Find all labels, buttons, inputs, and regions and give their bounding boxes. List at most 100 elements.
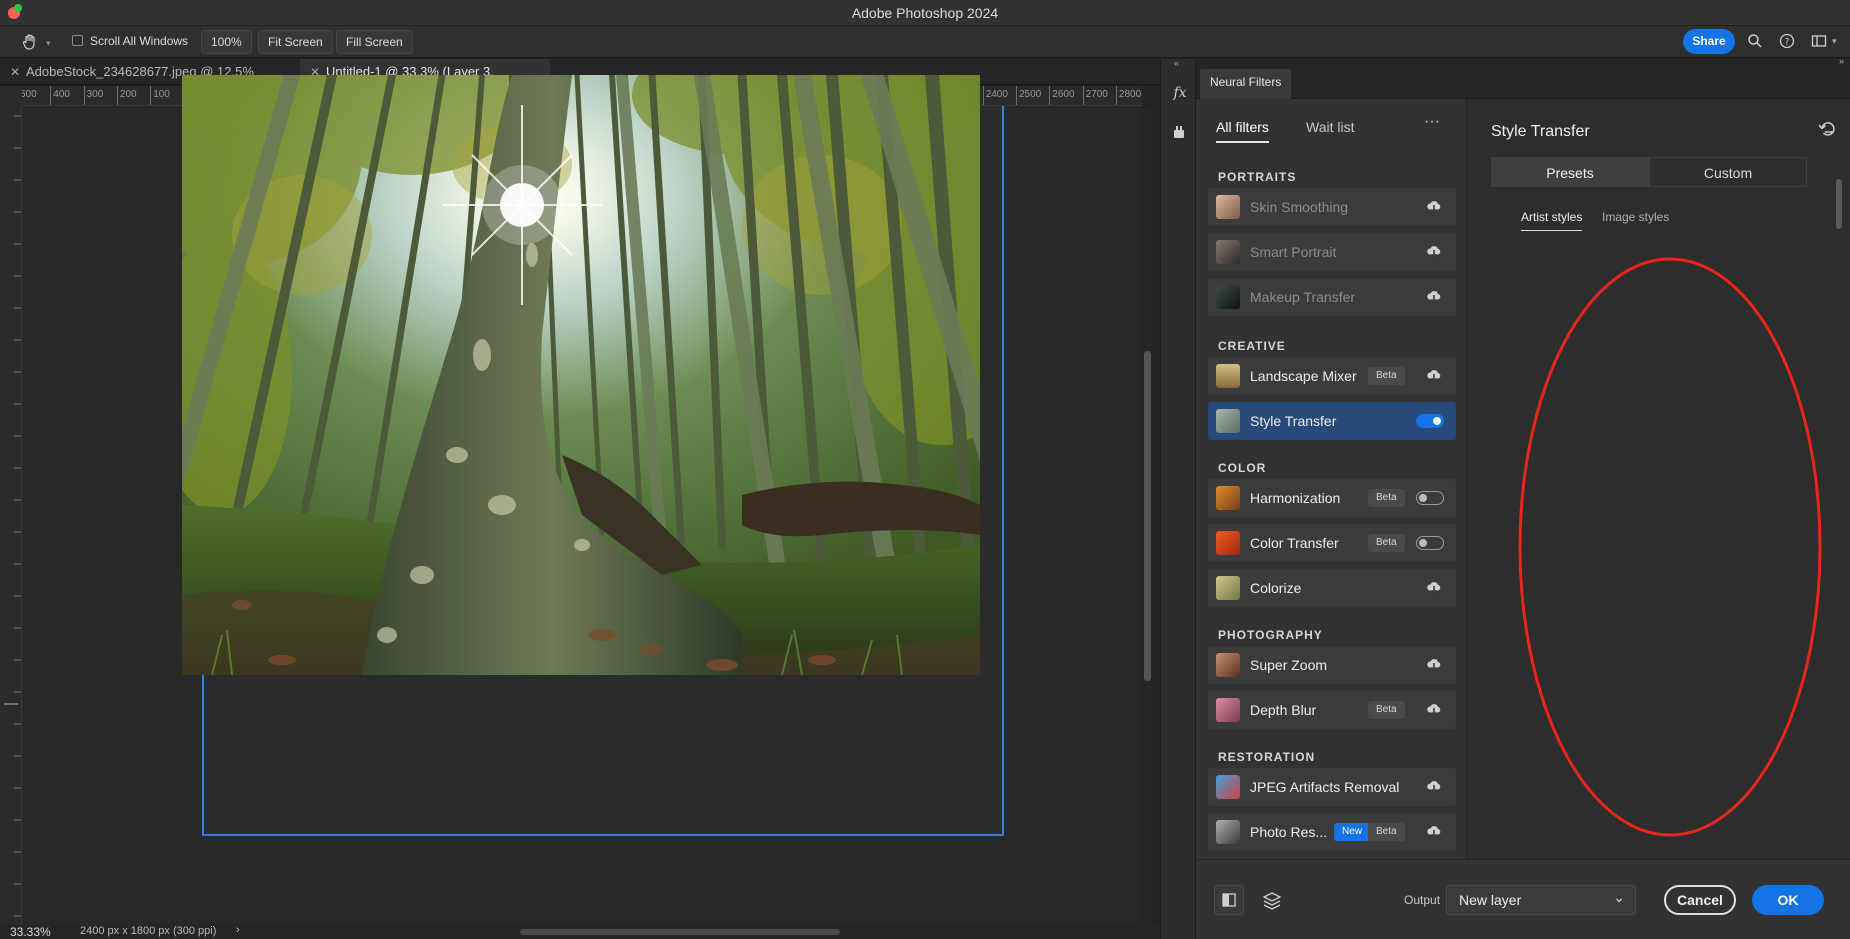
title-bar: Adobe Photoshop 2024 — [0, 0, 1850, 26]
style-transfer-thumbnail — [1216, 409, 1240, 433]
detail-scrollbar-thumb[interactable] — [1836, 179, 1842, 229]
chevron-down-icon: ⌄ — [1613, 889, 1625, 905]
filter-label: Landscape Mixer — [1250, 368, 1357, 384]
color-transfer-thumbnail — [1216, 531, 1240, 555]
doc-size-readout[interactable]: 2400 px x 1800 px (300 ppi) — [80, 925, 216, 937]
more-options-icon[interactable]: ··· — [1424, 113, 1440, 131]
hand-tool-icon[interactable] — [20, 32, 40, 52]
color-transfer-toggle[interactable] — [1416, 536, 1444, 550]
filter-label: Photo Res... — [1250, 824, 1328, 840]
section-restoration: RESTORATION — [1218, 750, 1316, 764]
segment-custom[interactable]: Custom — [1649, 157, 1807, 187]
window-title: Adobe Photoshop 2024 — [851, 5, 999, 21]
output-select[interactable]: New layer ⌄ — [1446, 885, 1636, 915]
tab-wait-list[interactable]: Wait list — [1306, 119, 1354, 135]
ruler-tick — [1115, 86, 1117, 105]
fit-screen-button[interactable]: Fit Screen — [258, 30, 333, 54]
section-photography: PHOTOGRAPHY — [1218, 628, 1323, 642]
ruler-tick — [83, 86, 85, 105]
output-label: Output — [1404, 893, 1441, 907]
compare-icon[interactable] — [1214, 885, 1244, 915]
section-portraits: PORTRAITS — [1218, 170, 1297, 184]
ruler-corner — [0, 86, 22, 106]
forest-photo[interactable] — [182, 75, 980, 675]
cloud-download-icon[interactable] — [1426, 778, 1442, 794]
filter-style-transfer[interactable]: Style Transfer — [1208, 402, 1456, 440]
cloud-download-icon[interactable] — [1426, 823, 1442, 839]
filter-label: Depth Blur — [1250, 702, 1317, 718]
photo-restoration-thumbnail — [1216, 820, 1240, 844]
harmonization-toggle[interactable] — [1416, 491, 1444, 505]
cloud-download-icon[interactable] — [1426, 198, 1442, 214]
red-annotation-ellipse — [1518, 257, 1822, 837]
layers-icon[interactable] — [1258, 887, 1286, 915]
help-icon[interactable]: ? — [1778, 33, 1796, 51]
cloud-download-icon[interactable] — [1426, 367, 1442, 383]
zoom-readout[interactable]: 33.33% — [10, 925, 51, 939]
smart-portrait-thumbnail — [1216, 240, 1240, 264]
skin-smoothing-thumbnail — [1216, 195, 1240, 219]
ruler-tick — [1082, 86, 1084, 105]
ok-button[interactable]: OK — [1752, 885, 1824, 915]
collapse-panel-icon[interactable]: » — [1839, 56, 1844, 66]
neural-filters-header: Neural Filters » — [1196, 56, 1850, 99]
ruler-tick-label: 100 — [153, 89, 170, 100]
filter-jpeg-artifacts-removal[interactable]: JPEG Artifacts Removal — [1208, 768, 1456, 806]
filter-color-transfer[interactable]: Color Transfer Beta — [1208, 524, 1456, 562]
tab-all-filters[interactable]: All filters — [1216, 119, 1269, 143]
scroll-all-windows-checkbox[interactable] — [72, 35, 83, 46]
zoom-100-button[interactable]: 100% — [201, 30, 252, 54]
filter-label: Style Transfer — [1250, 413, 1337, 429]
canvas-horizontal-scrollbar[interactable] — [520, 929, 840, 935]
options-bar: ▾ Scroll All Windows 100% Fit Screen Fil… — [0, 26, 1850, 58]
cloud-download-icon[interactable] — [1426, 288, 1442, 304]
filter-photo-restoration[interactable]: Photo Res... New Beta — [1208, 813, 1456, 851]
plugin-icon[interactable] — [1172, 125, 1186, 139]
fx-icon[interactable]: fx — [1170, 85, 1190, 105]
ruler-tick — [1049, 86, 1051, 105]
ruler-tick-label: 500 — [22, 89, 37, 100]
style-transfer-toggle[interactable] — [1416, 414, 1444, 428]
status-bar: 33.33% 2400 px x 1800 px (300 ppi) › — [0, 924, 1160, 939]
filter-skin-smoothing[interactable]: Skin Smoothing — [1208, 188, 1456, 226]
ruler-tick-label: 2500 — [1019, 89, 1042, 100]
beta-badge: Beta — [1368, 701, 1405, 719]
filter-colorize[interactable]: Colorize — [1208, 569, 1456, 607]
close-icon[interactable]: ✕ — [10, 59, 20, 85]
filter-list-panel: All filters Wait list ··· PORTRAITS Skin… — [1196, 99, 1466, 859]
filter-super-zoom[interactable]: Super Zoom — [1208, 646, 1456, 684]
filter-label: Super Zoom — [1250, 657, 1328, 673]
tab-image-styles[interactable]: Image styles — [1602, 210, 1669, 224]
collapse-panel-icon[interactable]: « — [1174, 58, 1179, 68]
segment-presets[interactable]: Presets — [1491, 157, 1649, 187]
status-chevron-icon[interactable]: › — [236, 924, 240, 936]
cloud-download-icon[interactable] — [1426, 579, 1442, 595]
workspace-icon[interactable] — [1810, 33, 1828, 51]
fill-screen-button[interactable]: Fill Screen — [336, 30, 413, 54]
share-button[interactable]: Share — [1683, 29, 1735, 54]
cloud-download-icon[interactable] — [1426, 656, 1442, 672]
workspace-chevron-icon[interactable]: ▾ — [1832, 36, 1837, 47]
canvas-vertical-scrollbar[interactable] — [1141, 106, 1153, 924]
filter-label: Harmonization — [1250, 490, 1341, 506]
ruler-tick-label: 2600 — [1052, 89, 1075, 100]
tab-artist-styles[interactable]: Artist styles — [1521, 210, 1583, 231]
section-creative: CREATIVE — [1218, 339, 1286, 353]
ruler-tick — [1016, 86, 1017, 105]
filter-makeup-transfer[interactable]: Makeup Transfer — [1208, 278, 1456, 316]
neural-filters-tab[interactable]: Neural Filters — [1200, 69, 1292, 99]
filter-depth-blur[interactable]: Depth Blur Beta — [1208, 691, 1456, 729]
search-icon[interactable] — [1746, 33, 1764, 51]
filter-harmonization[interactable]: Harmonization Beta — [1208, 479, 1456, 517]
filter-label: Makeup Transfer — [1250, 289, 1356, 305]
reset-icon[interactable] — [1817, 119, 1837, 139]
tool-preset-chevron-icon[interactable]: ▾ — [46, 38, 51, 49]
filter-landscape-mixer[interactable]: Landscape Mixer Beta — [1208, 357, 1456, 395]
ruler-tick-label: 2400 — [985, 89, 1008, 100]
cloud-download-icon[interactable] — [1426, 701, 1442, 717]
jpeg-artifacts-thumbnail — [1216, 775, 1240, 799]
cancel-button[interactable]: Cancel — [1664, 885, 1736, 915]
scrollbar-thumb[interactable] — [1144, 351, 1151, 681]
filter-smart-portrait[interactable]: Smart Portrait — [1208, 233, 1456, 271]
cloud-download-icon[interactable] — [1426, 243, 1442, 259]
